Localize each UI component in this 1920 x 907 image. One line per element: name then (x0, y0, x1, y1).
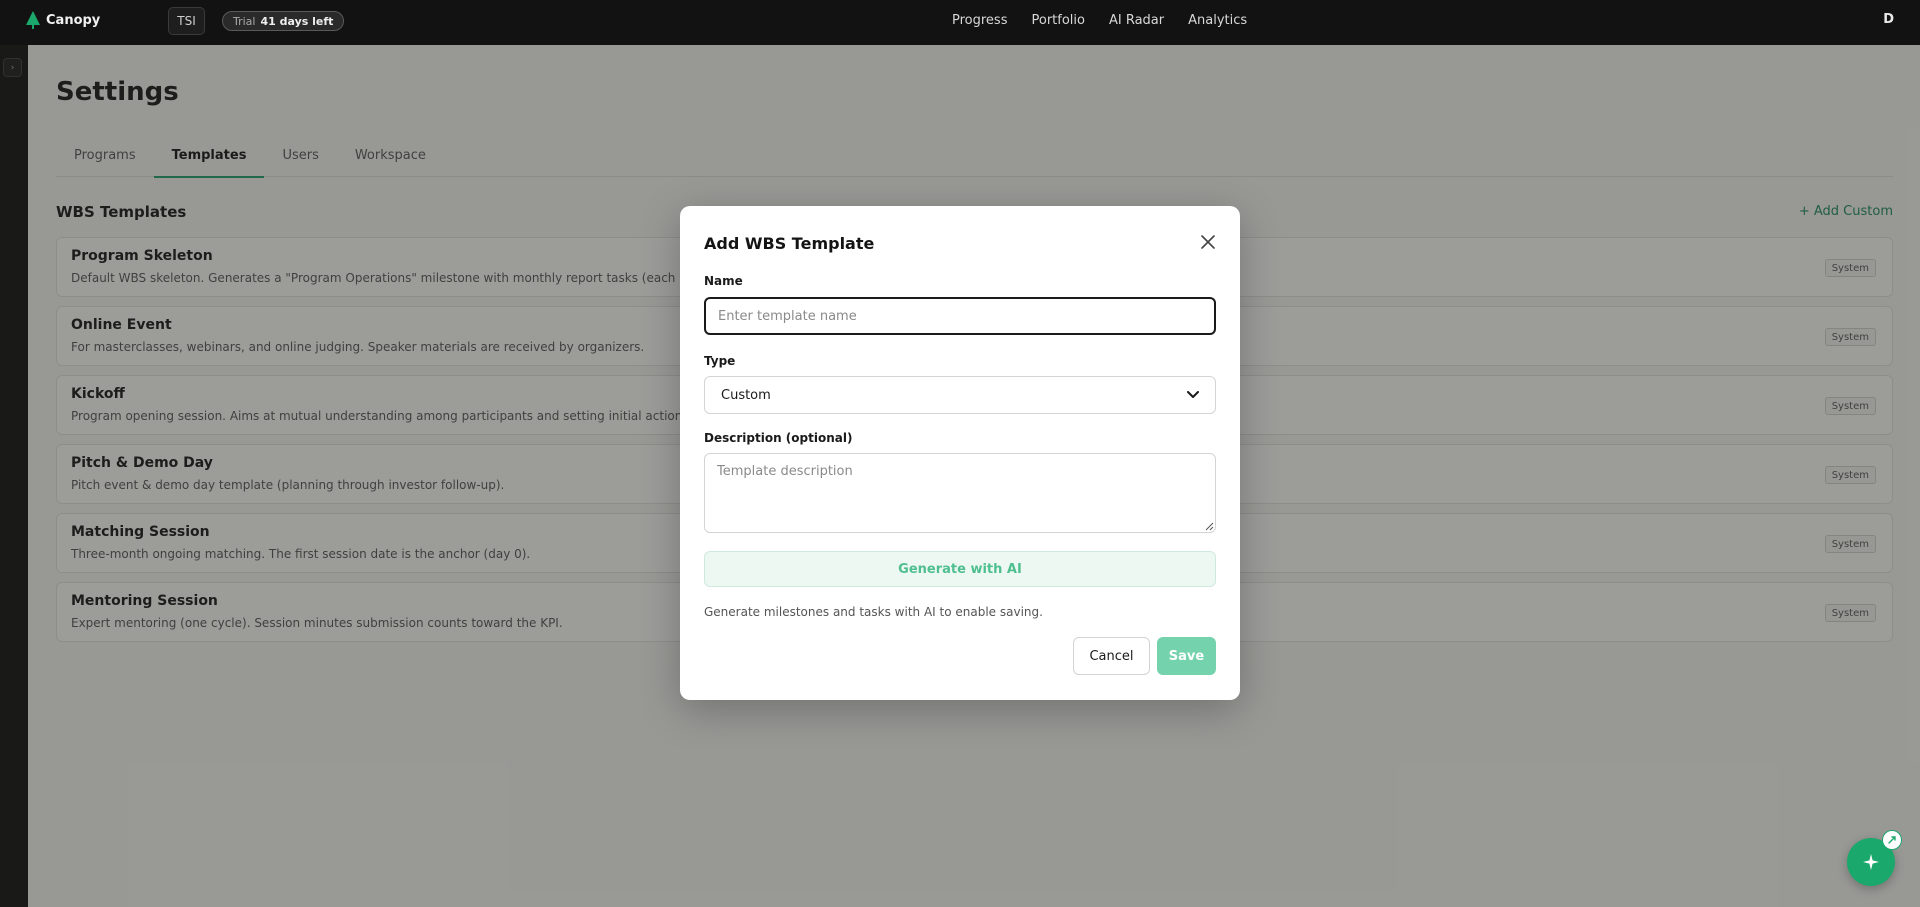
save-button[interactable]: Save (1157, 637, 1216, 675)
template-name-input[interactable] (704, 297, 1216, 335)
dialog-title: Add WBS Template (704, 234, 875, 253)
cancel-button[interactable]: Cancel (1073, 637, 1150, 675)
tree-logo-icon (26, 11, 40, 29)
brand[interactable]: Canopy (26, 9, 100, 31)
save-hint: Generate milestones and tasks with AI to… (704, 605, 1043, 619)
main-nav: Progress Portfolio AI Radar Analytics (952, 0, 1271, 40)
fab-secondary-button[interactable] (1882, 830, 1902, 850)
name-label: Name (704, 274, 743, 288)
nav-progress[interactable]: Progress (952, 13, 1007, 28)
chevron-down-icon (1187, 391, 1199, 398)
trial-label: Trial (233, 14, 256, 28)
trial-badge[interactable]: Trial 41 days left (222, 11, 345, 31)
description-textarea[interactable] (704, 453, 1216, 533)
type-selected-value: Custom (721, 387, 771, 403)
trial-days: 41 days left (260, 14, 334, 28)
nav-portfolio[interactable]: Portfolio (1031, 13, 1084, 28)
generate-with-ai-button[interactable]: Generate with AI (704, 551, 1216, 587)
type-select[interactable]: Custom (704, 376, 1216, 414)
nav-ai-radar[interactable]: AI Radar (1109, 13, 1164, 28)
org-switcher[interactable]: TSI (168, 7, 205, 35)
brand-name: Canopy (46, 12, 101, 28)
description-label: Description (optional) (704, 431, 853, 445)
nav-analytics[interactable]: Analytics (1188, 13, 1247, 28)
link-icon (1888, 836, 1896, 844)
close-icon (1201, 235, 1215, 249)
resize-handle-icon[interactable] (1205, 522, 1214, 531)
type-label: Type (704, 354, 736, 368)
close-button[interactable] (1198, 232, 1218, 252)
add-template-dialog: Add WBS Template Name Type Custom Descri… (680, 206, 1240, 700)
user-avatar[interactable]: D (1883, 12, 1894, 27)
top-bar: Canopy TSI Trial 41 days left Progress P… (0, 0, 1920, 45)
sparkle-icon (1863, 854, 1879, 870)
